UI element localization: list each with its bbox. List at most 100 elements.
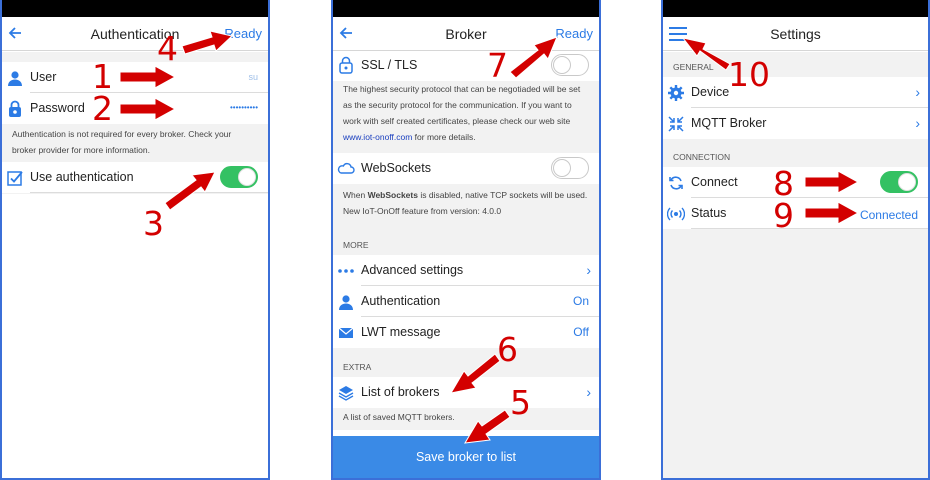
ssl-tls-row[interactable]: SSL / TLS bbox=[333, 52, 599, 83]
ssl-tls-toggle[interactable] bbox=[551, 54, 589, 76]
connect-toggle[interactable] bbox=[880, 171, 918, 193]
callout-4: 4 bbox=[157, 29, 178, 68]
ws-note-bold: WebSockets bbox=[367, 190, 418, 200]
section-extra: EXTRA bbox=[343, 362, 372, 372]
mail-icon bbox=[338, 327, 354, 338]
chevron-right-icon: › bbox=[586, 262, 591, 278]
callout-3: 3 bbox=[143, 204, 164, 243]
status-bar bbox=[2, 0, 268, 17]
websockets-note: When WebSockets is disabled, native TCP … bbox=[333, 187, 599, 219]
status-label: Status bbox=[691, 206, 727, 220]
chevron-right-icon: › bbox=[586, 384, 591, 400]
ssl-note-line: The highest security protocol that can b… bbox=[343, 84, 581, 94]
save-broker-button[interactable]: Save broker to list bbox=[333, 436, 599, 478]
ready-button[interactable]: Ready bbox=[555, 26, 593, 41]
page-title: Settings bbox=[770, 26, 821, 42]
cloud-icon bbox=[337, 162, 355, 174]
divider bbox=[691, 228, 928, 229]
use-authentication-row[interactable]: Use authentication bbox=[2, 162, 268, 193]
user-field[interactable]: su bbox=[248, 72, 258, 82]
advanced-settings-row[interactable]: Advanced settings › bbox=[333, 255, 599, 286]
password-label: Password bbox=[30, 101, 85, 115]
toggle-knob bbox=[553, 56, 571, 74]
auth-note-line: Authentication is not required for every… bbox=[12, 129, 232, 139]
lwt-message-row[interactable]: LWT message Off bbox=[333, 317, 599, 348]
websockets-row[interactable]: WebSockets bbox=[333, 153, 599, 184]
ssl-note: The highest security protocol that can b… bbox=[333, 81, 599, 145]
password-field[interactable]: •••••••••• bbox=[230, 103, 258, 112]
empty-area bbox=[663, 230, 928, 478]
user-icon bbox=[8, 71, 22, 86]
use-authentication-toggle[interactable] bbox=[220, 166, 258, 188]
connect-row[interactable]: Connect bbox=[663, 167, 928, 198]
user-row[interactable]: User su bbox=[2, 62, 268, 93]
lwt-message-value: Off bbox=[573, 325, 589, 339]
content: User su Password •••••••••• Authenticati… bbox=[2, 52, 268, 478]
checkbox-icon bbox=[7, 171, 23, 186]
toggle-knob bbox=[898, 173, 916, 191]
callout-9: 9 bbox=[773, 196, 794, 235]
user-icon bbox=[339, 295, 353, 310]
ssl-tls-label: SSL / TLS bbox=[361, 58, 418, 72]
ws-note-post: is disabled, native TCP sockets will be … bbox=[417, 190, 588, 200]
section-more: MORE bbox=[343, 240, 369, 250]
auth-note: Authentication is not required for every… bbox=[2, 126, 268, 158]
chevron-right-icon: › bbox=[915, 84, 920, 100]
phone-broker-screen: Broker Ready SSL / TLS The highest secur… bbox=[331, 0, 601, 480]
websockets-label: WebSockets bbox=[361, 161, 431, 175]
list-of-brokers-row[interactable]: List of brokers › bbox=[333, 377, 599, 408]
ssl-note-line: work with self created certificates, ple… bbox=[343, 116, 571, 126]
ssl-note-line: as the security protocol for the communi… bbox=[343, 100, 572, 110]
mqtt-broker-label: MQTT Broker bbox=[691, 116, 767, 130]
lock-icon bbox=[9, 100, 21, 117]
layers-icon bbox=[338, 386, 354, 401]
websockets-note-line: When WebSockets is disabled, native TCP … bbox=[343, 187, 589, 203]
status-row: Status Connected bbox=[663, 198, 928, 229]
status-value: Connected bbox=[859, 208, 918, 222]
websockets-note-line: New IoT-OnOff feature from version: 4.0.… bbox=[343, 206, 502, 216]
lwt-message-label: LWT message bbox=[361, 325, 441, 339]
compress-arrows-icon bbox=[668, 116, 684, 132]
section-connection: CONNECTION bbox=[673, 152, 731, 162]
user-label: User bbox=[30, 70, 57, 84]
refresh-icon bbox=[669, 176, 683, 190]
ready-button[interactable]: Ready bbox=[224, 26, 262, 41]
empty-area bbox=[2, 194, 268, 478]
connect-label: Connect bbox=[691, 175, 738, 189]
device-row[interactable]: Device › bbox=[663, 77, 928, 108]
divider bbox=[30, 192, 268, 193]
use-authentication-label: Use authentication bbox=[30, 170, 134, 184]
section-general: GENERAL bbox=[673, 62, 714, 72]
status-bar bbox=[663, 0, 928, 17]
website-link[interactable]: www.iot-onoff.com bbox=[343, 132, 412, 142]
ssl-note-line: www.iot-onoff.com for more details. bbox=[343, 129, 589, 145]
toggle-knob bbox=[238, 168, 256, 186]
toggle-knob bbox=[553, 159, 571, 177]
ws-note-pre: When bbox=[343, 190, 368, 200]
phone-authentication-screen: Authentication Ready User su Password ••… bbox=[0, 0, 270, 480]
list-of-brokers-label: List of brokers bbox=[361, 385, 440, 399]
gear-icon bbox=[668, 85, 684, 101]
nav-bar: Authentication Ready bbox=[2, 17, 268, 51]
authentication-label: Authentication bbox=[361, 294, 441, 308]
ssl-note-tail: for more details. bbox=[412, 132, 476, 142]
more-dots-icon bbox=[338, 269, 354, 273]
broadcast-icon bbox=[667, 207, 685, 221]
authentication-row[interactable]: Authentication On bbox=[333, 286, 599, 317]
callout-10: 10 bbox=[728, 55, 770, 94]
callout-5: 5 bbox=[510, 383, 531, 422]
content: GENERAL Device › MQTT Broker › CONNECTIO… bbox=[663, 52, 928, 478]
nav-bar: Broker Ready bbox=[333, 17, 599, 51]
advanced-settings-label: Advanced settings bbox=[361, 263, 464, 277]
websockets-toggle[interactable] bbox=[551, 157, 589, 179]
status-bar bbox=[333, 0, 599, 17]
callout-7: 7 bbox=[487, 46, 508, 85]
device-label: Device bbox=[691, 85, 730, 99]
chevron-right-icon: › bbox=[915, 115, 920, 131]
callout-2: 2 bbox=[92, 89, 113, 128]
auth-note-line: broker provider for more information. bbox=[12, 145, 150, 155]
password-row[interactable]: Password •••••••••• bbox=[2, 93, 268, 124]
authentication-value: On bbox=[572, 294, 589, 308]
nav-bar: Settings bbox=[663, 17, 928, 51]
mqtt-broker-row[interactable]: MQTT Broker › bbox=[663, 108, 928, 139]
